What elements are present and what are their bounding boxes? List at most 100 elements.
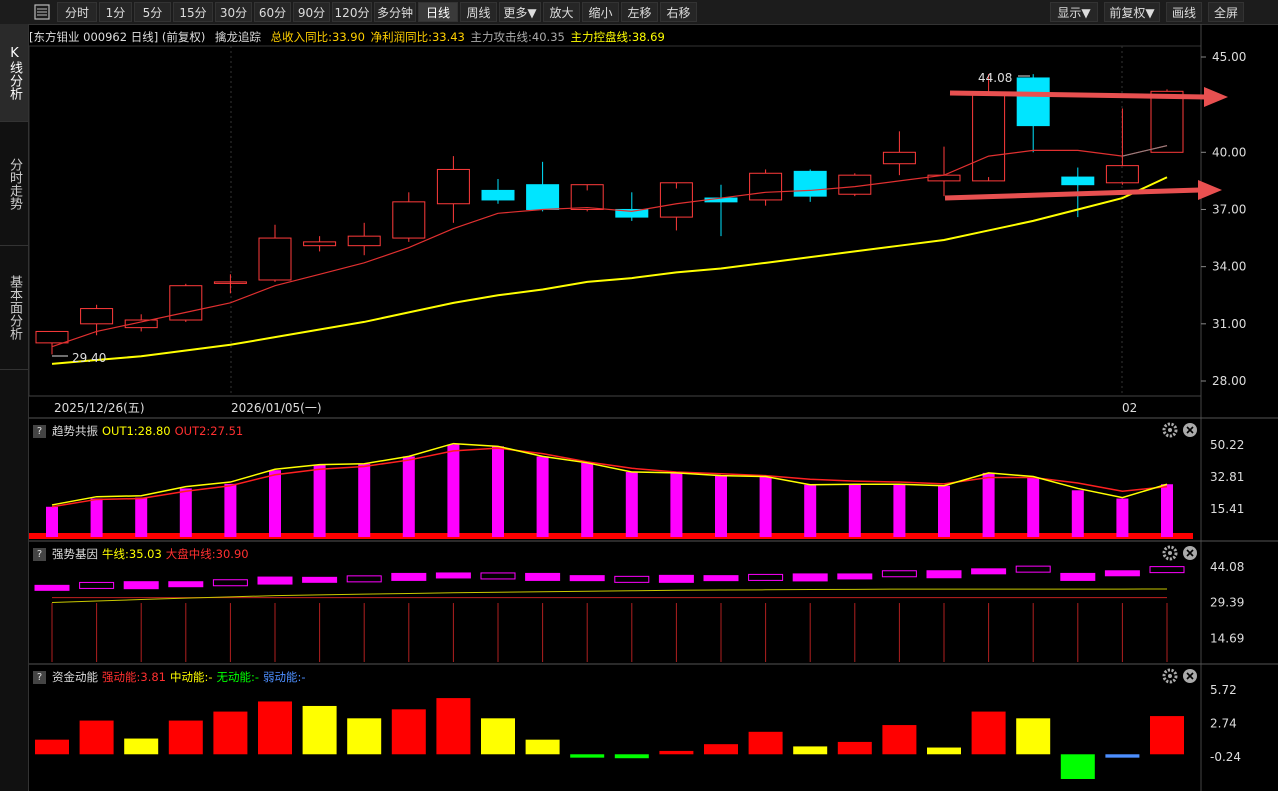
panel3-y-tick-1: 29.39 <box>1210 596 1244 610</box>
panel4-energy-bar <box>168 720 203 755</box>
panel3-gene-block <box>1104 570 1140 577</box>
panel4-energy-bar <box>927 747 961 755</box>
candle-body <box>80 308 114 325</box>
panel3-gene-block <box>1015 565 1051 573</box>
panel4-energy-bar <box>35 739 69 755</box>
resistance-arrow-head <box>1204 87 1228 107</box>
panel4-energy-bar <box>525 739 560 755</box>
panel3-y-tick-0: 44.08 <box>1210 560 1244 574</box>
panel4-energy-bar <box>971 711 1006 755</box>
candle-body <box>347 235 381 247</box>
panel2-bar <box>224 483 237 537</box>
panel2-bar <box>848 484 861 537</box>
panel2-bar <box>1161 484 1173 537</box>
panel2-bar <box>670 472 683 537</box>
panel3-gene-block <box>391 572 427 581</box>
candle-body <box>749 172 783 201</box>
panel2-bar <box>179 488 192 537</box>
panel2-bar <box>135 497 148 537</box>
panel2-bar <box>536 456 549 537</box>
panel2-bar <box>938 485 950 537</box>
panel2-bar <box>402 456 415 537</box>
panel3-gene-block <box>168 581 204 588</box>
candle-body <box>882 151 916 165</box>
y-tick-label-2: 37.00 <box>1212 202 1246 216</box>
panel4-energy-bar <box>436 698 471 755</box>
gear-icon-center <box>1168 428 1172 432</box>
panel2-y-tick-1: 32.81 <box>1210 470 1244 484</box>
panel4-energy-bar <box>302 705 337 755</box>
candle-body <box>1061 176 1095 186</box>
panel2-bar <box>581 462 594 537</box>
panel2-y-tick-2: 15.41 <box>1210 502 1244 516</box>
panel4-energy-bar <box>748 731 783 755</box>
panel2-bar <box>269 470 281 537</box>
panel3-gene-block <box>212 579 248 587</box>
panel4-energy-bar <box>124 738 159 755</box>
high-price-label: 44.08 <box>978 71 1012 85</box>
panel4-energy-bar <box>213 711 248 755</box>
x-date-label-2: 02 <box>1122 401 1137 415</box>
panel4-y-tick-2: -0.24 <box>1210 750 1241 764</box>
y-tick-label-4: 31.00 <box>1212 317 1246 331</box>
panel3-gene-block <box>1149 566 1185 574</box>
panel3-gene-block <box>480 572 516 580</box>
candle-body <box>392 201 426 239</box>
panel2-out1-line <box>51 442 1168 506</box>
gray-tail-line <box>1122 145 1168 157</box>
attack-line <box>51 145 1168 348</box>
panel2-bar <box>447 444 460 537</box>
panel4-energy-bar <box>570 754 605 758</box>
panel3-gene-block <box>971 568 1007 575</box>
panel3-gene-block <box>881 570 917 578</box>
panel3-gene-block <box>792 573 828 582</box>
candle-body <box>303 241 337 247</box>
panel3-gene-block <box>34 584 70 591</box>
candle-body <box>481 189 515 201</box>
y-tick-label-1: 40.00 <box>1212 145 1246 159</box>
candle-body <box>972 92 1006 182</box>
panel2-bar <box>982 472 995 537</box>
panel3-y-tick-2: 14.69 <box>1210 631 1244 645</box>
resistance-arrow-shaft <box>949 90 1207 100</box>
panel3-gene-block <box>257 576 293 585</box>
panel2-bar <box>313 464 326 537</box>
support-arrow-head <box>1198 180 1222 200</box>
panel3-gene-block <box>658 574 694 583</box>
panel3-bull-line <box>51 588 1168 603</box>
panel2-bar <box>625 471 638 537</box>
panel2-baseline-bar <box>29 533 1193 539</box>
panel2-bar <box>492 446 504 537</box>
gear-icon-center <box>1168 551 1172 555</box>
panel3-gene-block <box>79 581 115 589</box>
panel4-energy-bar <box>258 701 292 755</box>
panel4-y-tick-1: 2.74 <box>1210 716 1237 730</box>
panel4-energy-bar <box>1060 754 1095 780</box>
panel4-energy-bar <box>793 746 828 755</box>
panel3-gene-block <box>703 575 739 582</box>
panel4-energy-bar <box>837 741 872 755</box>
candle-body <box>436 168 470 205</box>
x-date-label-1: 2026/01/05(一) <box>231 401 322 415</box>
panel2-bar <box>1027 477 1040 537</box>
gear-icon-center <box>1168 674 1172 678</box>
chart-canvas[interactable]: 45.00 40.00 37.00 34.00 31.00 28.00 44.08 29.40… <box>0 0 1278 791</box>
panel4-energy-bar <box>481 718 515 755</box>
panel2-out2-line <box>51 447 1168 508</box>
candle-body <box>793 170 827 197</box>
candle-body <box>526 184 560 210</box>
y-tick-label-0: 45.00 <box>1212 50 1246 64</box>
panel2-bar <box>1071 490 1084 537</box>
panel4-energy-bar <box>1016 718 1051 755</box>
panel4-y-tick-0: 5.72 <box>1210 683 1237 697</box>
panel2-bar <box>90 498 103 537</box>
panel4-energy-bar <box>882 725 917 755</box>
candle-body <box>1016 77 1050 127</box>
panel2-y-tick-0: 50.22 <box>1210 438 1244 452</box>
panel3-gene-block <box>346 575 382 583</box>
panel4-energy-bar <box>391 709 426 755</box>
panel4-energy-bar <box>1150 716 1184 755</box>
panel3-gene-block <box>837 573 873 580</box>
panel3-gene-block <box>569 575 605 582</box>
panel4-energy-bar <box>79 720 114 755</box>
